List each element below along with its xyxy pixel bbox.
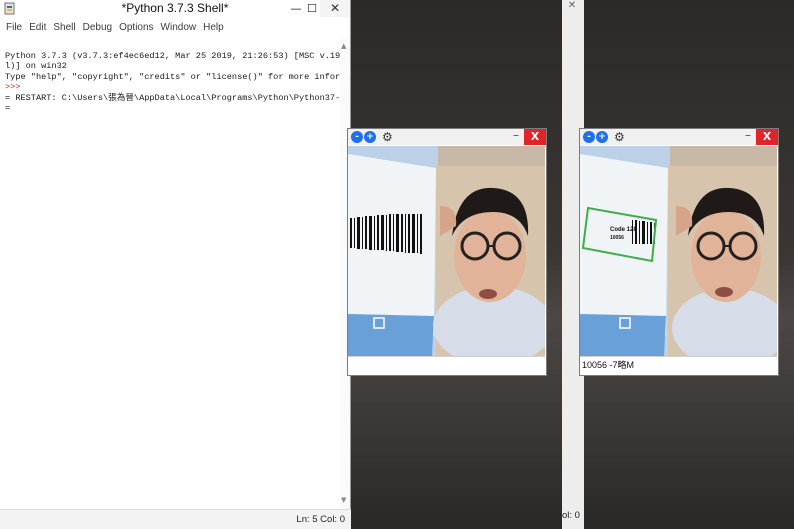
zoom-out-button[interactable]: - bbox=[583, 131, 595, 143]
shell-titlebar: *Python 3.7.3 Shell* — ☐ ✕ bbox=[0, 0, 350, 19]
zoom-in-button[interactable]: + bbox=[596, 131, 608, 143]
scroll-down-icon[interactable]: ▼ bbox=[341, 496, 346, 504]
overlay-label: Code 128 bbox=[610, 227, 637, 233]
close-button[interactable]: ✕ bbox=[320, 0, 350, 17]
menu-shell[interactable]: Shell bbox=[53, 22, 75, 33]
close-button[interactable]: X bbox=[756, 129, 778, 145]
camera-image: Code 128 10056 bbox=[580, 146, 777, 356]
shell-prompt: >>> bbox=[5, 82, 21, 92]
minimize-button[interactable]: – bbox=[513, 128, 519, 142]
decoded-output: 10056 -7略M bbox=[580, 356, 777, 376]
shell-line: Python 3.7.3 (v3.7.3:ef4ec6ed12, Mar 25 … bbox=[5, 50, 418, 61]
menu-bar: File Edit Shell Debug Options Window Hel… bbox=[0, 19, 350, 36]
menu-window[interactable]: Window bbox=[161, 22, 197, 33]
menu-file[interactable]: File bbox=[6, 22, 22, 33]
python-shell-window: *Python 3.7.3 Shell* — ☐ ✕ File Edit She… bbox=[0, 0, 418, 529]
shell-line: l)] on win32 bbox=[5, 61, 67, 71]
partial-close-icon[interactable]: ✕ bbox=[563, 0, 581, 12]
camera-feed bbox=[348, 146, 545, 356]
menu-options[interactable]: Options bbox=[119, 22, 153, 33]
status-bar: Ln: 5 Col: 0 bbox=[0, 509, 351, 529]
maximize-button[interactable]: ☐ bbox=[303, 0, 321, 17]
camera-titlebar: - + ⚙ – X bbox=[580, 128, 778, 145]
menu-edit[interactable]: Edit bbox=[29, 22, 46, 33]
zoom-out-button[interactable]: - bbox=[351, 131, 363, 143]
close-button[interactable]: X bbox=[524, 129, 546, 145]
overlay-code: 10056 bbox=[610, 235, 624, 241]
camera-image bbox=[348, 146, 545, 356]
decoded-output bbox=[348, 356, 545, 376]
camera-window-left: - + ⚙ – X bbox=[347, 128, 547, 376]
zoom-in-button[interactable]: + bbox=[364, 131, 376, 143]
minimize-button[interactable]: – bbox=[745, 128, 751, 142]
shell-line: = bbox=[5, 103, 11, 113]
shell-line: Type "help", "copyright", "credits" or "… bbox=[5, 71, 377, 82]
gear-icon[interactable]: ⚙ bbox=[614, 130, 625, 144]
camera-titlebar: - + ⚙ – X bbox=[348, 128, 546, 145]
camera-window-right: - + ⚙ – X Code 128 10056 10056 -7略M bbox=[579, 128, 779, 376]
cursor-position: Ln: 5 Col: 0 bbox=[296, 514, 345, 525]
scroll-up-icon[interactable]: ▲ bbox=[341, 42, 346, 50]
partial-status: ol: 0 bbox=[562, 510, 580, 521]
shell-line: = RESTART: C:\Users\張為晉\AppData\Local\Pr… bbox=[5, 92, 408, 103]
gear-icon[interactable]: ⚙ bbox=[382, 130, 393, 144]
menu-debug[interactable]: Debug bbox=[83, 22, 112, 33]
shell-output[interactable]: Python 3.7.3 (v3.7.3:ef4ec6ed12, Mar 25 … bbox=[0, 38, 418, 508]
camera-feed: Code 128 10056 bbox=[580, 146, 777, 356]
menu-help[interactable]: Help bbox=[203, 22, 224, 33]
